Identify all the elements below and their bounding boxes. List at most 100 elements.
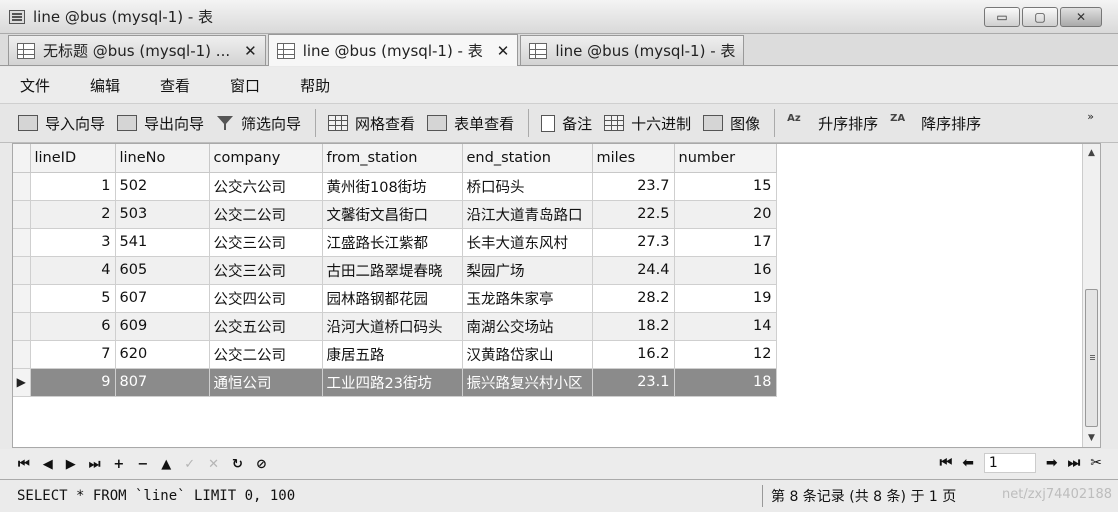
cell-from-station[interactable]: 园林路钢都花园 [321, 283, 463, 313]
table-row[interactable]: 3 541 公交三公司 江盛路长江紫都 长丰大道东风村 27.3 17 [13, 227, 777, 257]
cell-number[interactable]: 14 [673, 311, 777, 341]
import-wizard-button[interactable]: 导入向导 [18, 113, 105, 134]
table-row[interactable]: 1 502 公交六公司 黄州街108街坊 桥口码头 23.7 15 [13, 171, 777, 201]
cell-miles[interactable]: 16.2 [591, 339, 675, 369]
previous-page-icon[interactable]: ⬅ [962, 455, 974, 471]
move-up-icon[interactable]: ▲ [161, 457, 171, 472]
export-wizard-button[interactable]: 导出向导 [117, 113, 204, 134]
cell-miles[interactable]: 23.7 [591, 171, 675, 201]
menu-edit[interactable]: 编辑 [90, 75, 120, 96]
grid-view-button[interactable]: 网格查看 [328, 113, 415, 134]
first-page-icon[interactable]: ⏮ [940, 455, 953, 471]
column-header-end-station[interactable]: end_station [461, 144, 593, 173]
tab-line-table-design[interactable]: line @bus (mysql-1) - 表 [520, 35, 745, 65]
cell-end-station[interactable]: 梨园广场 [461, 255, 593, 285]
scroll-thumb[interactable] [1085, 289, 1098, 427]
grid-settings-icon[interactable]: ✂ [1090, 455, 1102, 471]
hex-button[interactable]: 十六进制 [604, 113, 691, 134]
cell-miles[interactable]: 27.3 [591, 227, 675, 257]
cell-number[interactable]: 16 [673, 255, 777, 285]
cell-end-station[interactable]: 沿江大道青岛路口 [461, 199, 593, 229]
cell-company[interactable]: 公交二公司 [208, 199, 323, 229]
table-row[interactable]: 7 620 公交二公司 康居五路 汉黄路岱家山 16.2 12 [13, 339, 777, 369]
row-indicator[interactable] [13, 171, 31, 201]
tab-line-table-active[interactable]: line @bus (mysql-1) - 表 ✕ [267, 34, 519, 66]
table-row-selected[interactable]: ▶ 9 807 通恒公司 工业四路23街坊 振兴路复兴村小区 23.1 18 [13, 367, 777, 397]
last-page-icon[interactable]: ⏭ [1068, 455, 1081, 471]
cell-lineID[interactable]: 7 [29, 339, 116, 369]
sort-ascending-button[interactable]: Az 升序排序 [787, 113, 878, 134]
table-row[interactable]: 5 607 公交四公司 园林路钢都花园 玉龙路朱家亭 28.2 19 [13, 283, 777, 313]
column-header-miles[interactable]: miles [591, 144, 675, 173]
cell-lineID[interactable]: 9 [29, 367, 116, 397]
image-button[interactable]: 图像 [703, 113, 760, 134]
apply-changes-icon[interactable]: ✓ [184, 457, 195, 472]
delete-record-icon[interactable]: − [137, 457, 148, 472]
cell-lineNo[interactable]: 605 [114, 255, 210, 285]
next-record-icon[interactable]: ▶ [66, 457, 76, 472]
table-row[interactable]: 4 605 公交三公司 古田二路翠堤春晓 梨园广场 24.4 16 [13, 255, 777, 285]
cell-company[interactable]: 公交五公司 [208, 311, 323, 341]
next-page-icon[interactable]: ➡ [1046, 455, 1058, 471]
filter-wizard-button[interactable]: 筛选向导 [216, 113, 301, 134]
maximize-button[interactable]: ▢ [1022, 7, 1058, 27]
cell-miles[interactable]: 23.1 [591, 367, 675, 397]
cell-lineNo[interactable]: 607 [114, 283, 210, 313]
cell-miles[interactable]: 24.4 [591, 255, 675, 285]
cell-from-station[interactable]: 文馨街文昌街口 [321, 199, 463, 229]
cell-end-station[interactable]: 汉黄路岱家山 [461, 339, 593, 369]
cell-number[interactable]: 12 [673, 339, 777, 369]
table-row[interactable]: 2 503 公交二公司 文馨街文昌街口 沿江大道青岛路口 22.5 20 [13, 199, 777, 229]
cell-company[interactable]: 公交四公司 [208, 283, 323, 313]
tab-close-icon[interactable]: ✕ [244, 42, 257, 60]
form-view-button[interactable]: 表单查看 [427, 113, 514, 134]
minimize-button[interactable]: ▭ [984, 7, 1020, 27]
cell-miles[interactable]: 22.5 [591, 199, 675, 229]
column-header-company[interactable]: company [208, 144, 323, 173]
cell-lineID[interactable]: 4 [29, 255, 116, 285]
cell-number[interactable]: 15 [673, 171, 777, 201]
cell-lineID[interactable]: 2 [29, 199, 116, 229]
discard-changes-icon[interactable]: ✕ [208, 457, 219, 472]
cell-number[interactable]: 18 [673, 367, 777, 397]
column-header-lineNo[interactable]: lineNo [114, 144, 210, 173]
row-indicator[interactable] [13, 227, 31, 257]
cell-lineID[interactable]: 5 [29, 283, 116, 313]
column-header-from-station[interactable]: from_station [321, 144, 463, 173]
refresh-icon[interactable]: ↻ [232, 457, 243, 472]
cell-end-station[interactable]: 南湖公交场站 [461, 311, 593, 341]
cell-from-station[interactable]: 古田二路翠堤春晓 [321, 255, 463, 285]
close-window-button[interactable]: ✕ [1060, 7, 1102, 27]
cell-lineID[interactable]: 3 [29, 227, 116, 257]
cell-end-station[interactable]: 玉龙路朱家亭 [461, 283, 593, 313]
last-record-icon[interactable]: ⏭ [89, 457, 101, 472]
cell-lineNo[interactable]: 502 [114, 171, 210, 201]
sort-descending-button[interactable]: ZA 降序排序 [890, 113, 981, 134]
table-row[interactable]: 6 609 公交五公司 沿河大道桥口码头 南湖公交场站 18.2 14 [13, 311, 777, 341]
cell-lineNo[interactable]: 541 [114, 227, 210, 257]
first-record-icon[interactable]: ⏮ [18, 457, 30, 472]
cell-from-station[interactable]: 江盛路长江紫都 [321, 227, 463, 257]
tab-untitled-query[interactable]: 无标题 @bus (mysql-1) ... ✕ [8, 35, 266, 65]
column-header-number[interactable]: number [673, 144, 777, 173]
previous-record-icon[interactable]: ◀ [43, 457, 53, 472]
cell-number[interactable]: 17 [673, 227, 777, 257]
cell-lineID[interactable]: 6 [29, 311, 116, 341]
memo-button[interactable]: 备注 [541, 113, 592, 134]
scroll-up-icon[interactable]: ▲ [1088, 148, 1095, 158]
cell-end-station[interactable]: 长丰大道东风村 [461, 227, 593, 257]
cell-from-station[interactable]: 工业四路23街坊 [321, 367, 463, 397]
cell-lineNo[interactable]: 807 [114, 367, 210, 397]
row-indicator[interactable] [13, 255, 31, 285]
menu-view[interactable]: 查看 [160, 75, 190, 96]
menu-window[interactable]: 窗口 [230, 75, 260, 96]
cell-company[interactable]: 通恒公司 [208, 367, 323, 397]
cell-number[interactable]: 20 [673, 199, 777, 229]
cell-company[interactable]: 公交三公司 [208, 255, 323, 285]
cell-lineNo[interactable]: 620 [114, 339, 210, 369]
cell-from-station[interactable]: 黄州街108街坊 [321, 171, 463, 201]
vertical-scrollbar[interactable]: ▲ ▼ [1082, 144, 1100, 447]
page-number-input[interactable]: 1 [983, 453, 1036, 473]
cell-company[interactable]: 公交二公司 [208, 339, 323, 369]
row-indicator[interactable] [13, 283, 31, 313]
